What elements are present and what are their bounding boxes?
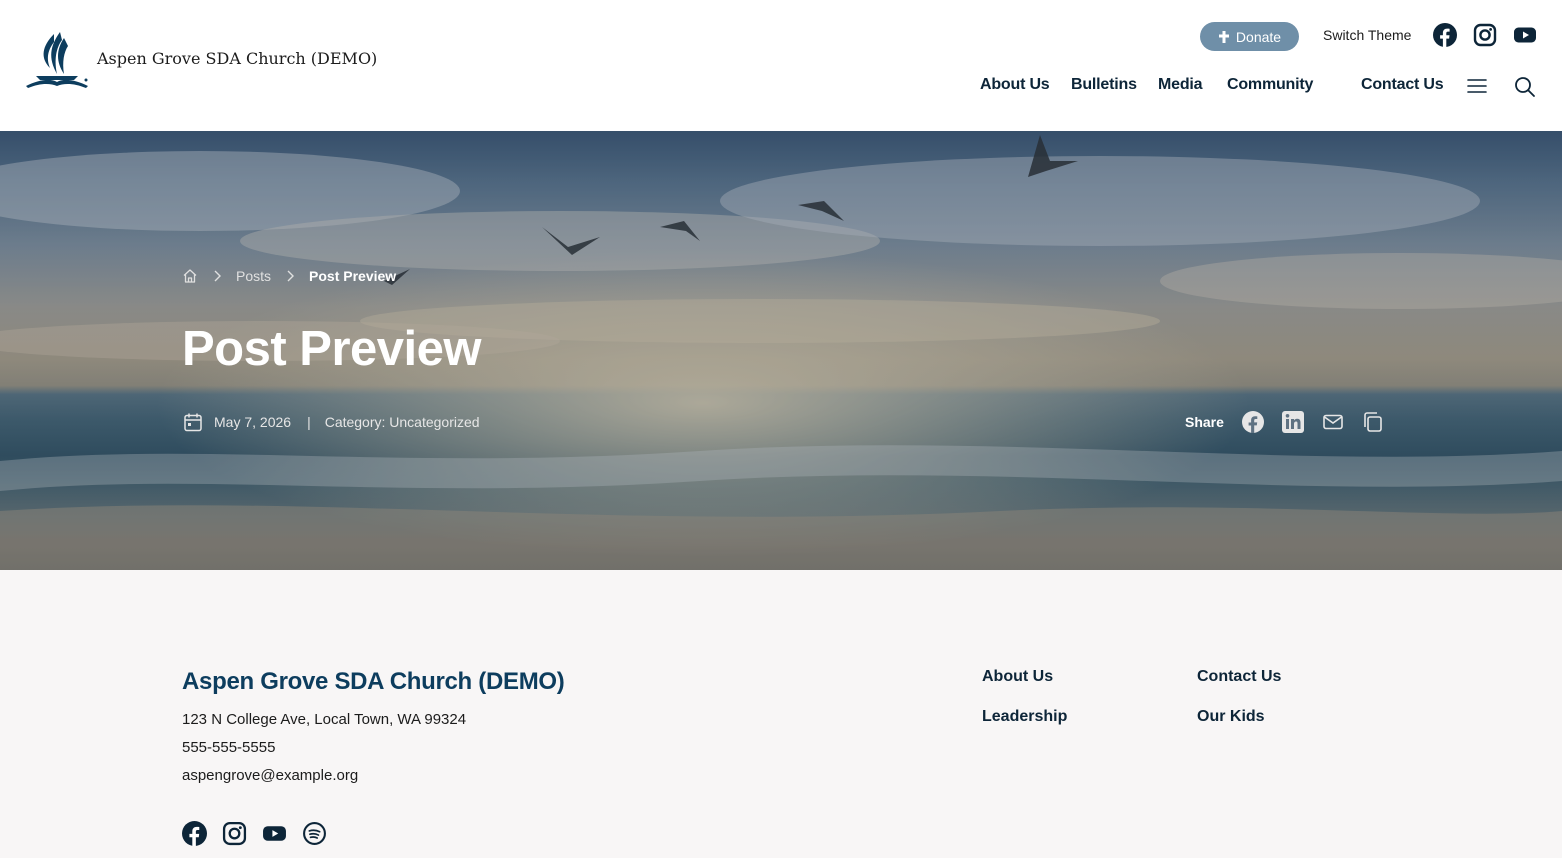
instagram-icon[interactable] [1472,22,1498,48]
nav-bulletins[interactable]: Bulletins [1071,76,1137,94]
footer-email[interactable]: aspengrove@example.org [182,767,358,784]
church-logo-icon[interactable] [24,30,90,90]
mail-icon[interactable] [1320,409,1346,435]
chevron-right-icon [287,270,295,282]
share-label: Share [1185,414,1224,430]
facebook-icon[interactable] [1432,22,1458,48]
hamburger-menu-icon[interactable] [1466,76,1488,96]
footer-address: 123 N College Ave, Local Town, WA 99324 [182,711,467,728]
breadcrumb-current: Post Preview [309,268,397,284]
donate-button[interactable]: Donate [1200,22,1299,51]
breadcrumb: Posts Post Preview [182,268,396,284]
post-title: Post Preview [182,322,482,376]
nav-media[interactable]: Media [1158,76,1203,94]
post-category[interactable]: Category: Uncategorized [325,414,480,430]
calendar-icon [184,413,202,432]
home-icon[interactable] [182,268,198,284]
hero-banner: Posts Post Preview Post Preview May 7, 2… [0,131,1562,570]
footer-phone[interactable]: 555-555-5555 [182,739,275,756]
site-header: Aspen Grove SDA Church (DEMO) Donate Swi… [0,0,1562,131]
donate-label: Donate [1235,28,1282,45]
linkedin-icon[interactable] [1280,409,1306,435]
nav-contact-us[interactable]: Contact Us [1361,76,1444,94]
site-footer: Aspen Grove SDA Church (DEMO) 123 N Coll… [0,570,1562,858]
search-icon[interactable] [1513,75,1537,99]
footer-link-our-kids[interactable]: Our Kids [1197,708,1265,726]
meta-separator: | [307,414,311,430]
footer-link-about-us[interactable]: About Us [982,668,1053,686]
footer-title: Aspen Grove SDA Church (DEMO) [182,668,565,695]
switch-theme-button[interactable]: Switch Theme [1323,27,1411,43]
site-title[interactable]: Aspen Grove SDA Church (DEMO) [97,49,377,68]
nav-community[interactable]: Community [1227,76,1313,94]
spotify-icon[interactable] [302,821,328,847]
copy-icon[interactable] [1360,409,1386,435]
youtube-icon[interactable] [262,821,288,847]
breadcrumb-posts[interactable]: Posts [236,268,271,284]
facebook-icon[interactable] [1240,409,1266,435]
instagram-icon[interactable] [222,821,248,847]
footer-link-leadership[interactable]: Leadership [982,708,1067,726]
footer-link-contact-us[interactable]: Contact Us [1197,668,1281,686]
post-meta: May 7, 2026 | Category: Uncategorized [182,411,480,433]
post-date: May 7, 2026 [214,414,292,430]
facebook-icon[interactable] [182,821,208,847]
chevron-right-icon [214,270,221,282]
cross-icon [1218,30,1229,43]
share-bar: Share [1185,409,1386,435]
youtube-icon[interactable] [1512,22,1538,48]
nav-about-us[interactable]: About Us [980,76,1050,94]
